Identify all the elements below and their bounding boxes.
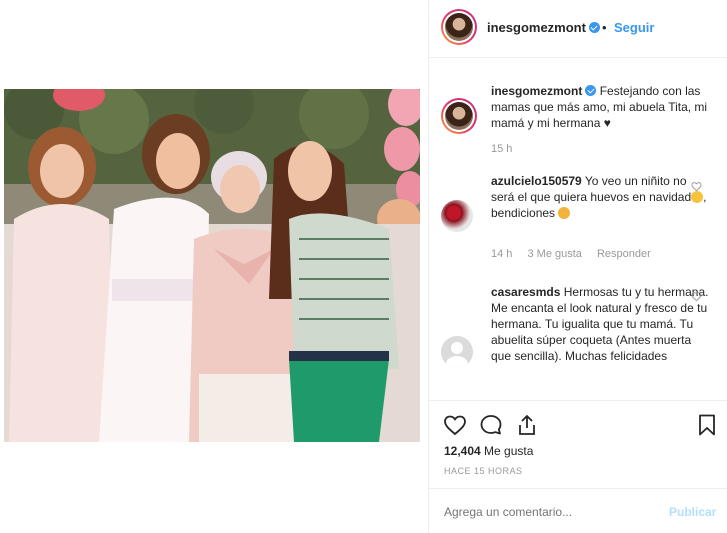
photo-illustration <box>4 89 420 442</box>
likes-label[interactable]: Me gusta <box>484 444 533 458</box>
verified-badge-icon <box>585 85 597 96</box>
author-username-text[interactable]: inesgomezmont <box>487 20 586 35</box>
add-comment-bar: Publicar <box>429 488 727 533</box>
post-panel: inesgomezmont • Seguir inesgomezmont Fes… <box>428 0 727 533</box>
save-bookmark-icon[interactable] <box>695 413 719 437</box>
comment-meta: 14 h 3 Me gusta Responder <box>491 248 663 260</box>
post-header: inesgomezmont • Seguir <box>429 0 727 58</box>
post-time-ago[interactable]: HACE 15 HORAS <box>444 466 523 476</box>
caption-meta: 15 h <box>491 143 524 155</box>
author-avatar[interactable] <box>441 9 477 45</box>
follow-button[interactable]: Seguir <box>614 20 654 35</box>
reply-button[interactable]: Responder <box>597 248 651 260</box>
comment-avatar-default[interactable] <box>441 336 473 368</box>
comment-text-block: casaresmds Hermosas tu y tu hermana. Me … <box>491 284 711 364</box>
comment-avatar[interactable] <box>441 200 473 232</box>
caption-username[interactable]: inesgomezmont <box>491 84 582 98</box>
comment-username[interactable]: azulcielo150579 <box>491 174 582 188</box>
likes-count[interactable]: 12,404 Me gusta <box>444 444 533 458</box>
comment-like-heart-icon[interactable] <box>691 291 702 302</box>
comment-time[interactable]: 14 h <box>491 248 512 260</box>
caption-text-block: inesgomezmont Festejando con las mamas q… <box>491 83 711 131</box>
like-heart-icon[interactable] <box>443 413 467 437</box>
comments-list[interactable]: inesgomezmont Festejando con las mamas q… <box>429 59 727 399</box>
comment-text-block: azulcielo150579 Yo veo un niñito no será… <box>491 173 711 221</box>
publish-button[interactable]: Publicar <box>669 505 716 519</box>
comment-like-heart-icon[interactable] <box>691 181 702 192</box>
comment-likes[interactable]: 3 Me gusta <box>527 248 581 260</box>
comment-bubble-icon[interactable] <box>479 413 503 437</box>
post-photo[interactable] <box>4 89 420 442</box>
share-icon[interactable] <box>515 413 539 437</box>
caption-time[interactable]: 15 h <box>491 143 512 155</box>
author-username[interactable]: inesgomezmont <box>487 20 600 35</box>
photo-pane <box>0 0 428 533</box>
separator-dot: • <box>602 20 607 35</box>
post-actions: 12,404 Me gusta HACE 15 HORAS <box>429 400 727 488</box>
comment-input[interactable] <box>444 505 644 519</box>
likes-number[interactable]: 12,404 <box>444 444 481 458</box>
verified-badge-icon <box>588 22 600 33</box>
kiss-emoji-icon <box>558 207 571 219</box>
comment-username[interactable]: casaresmds <box>491 285 560 299</box>
smiley-emoji-icon <box>691 191 704 203</box>
caption-author-avatar[interactable] <box>441 98 477 134</box>
